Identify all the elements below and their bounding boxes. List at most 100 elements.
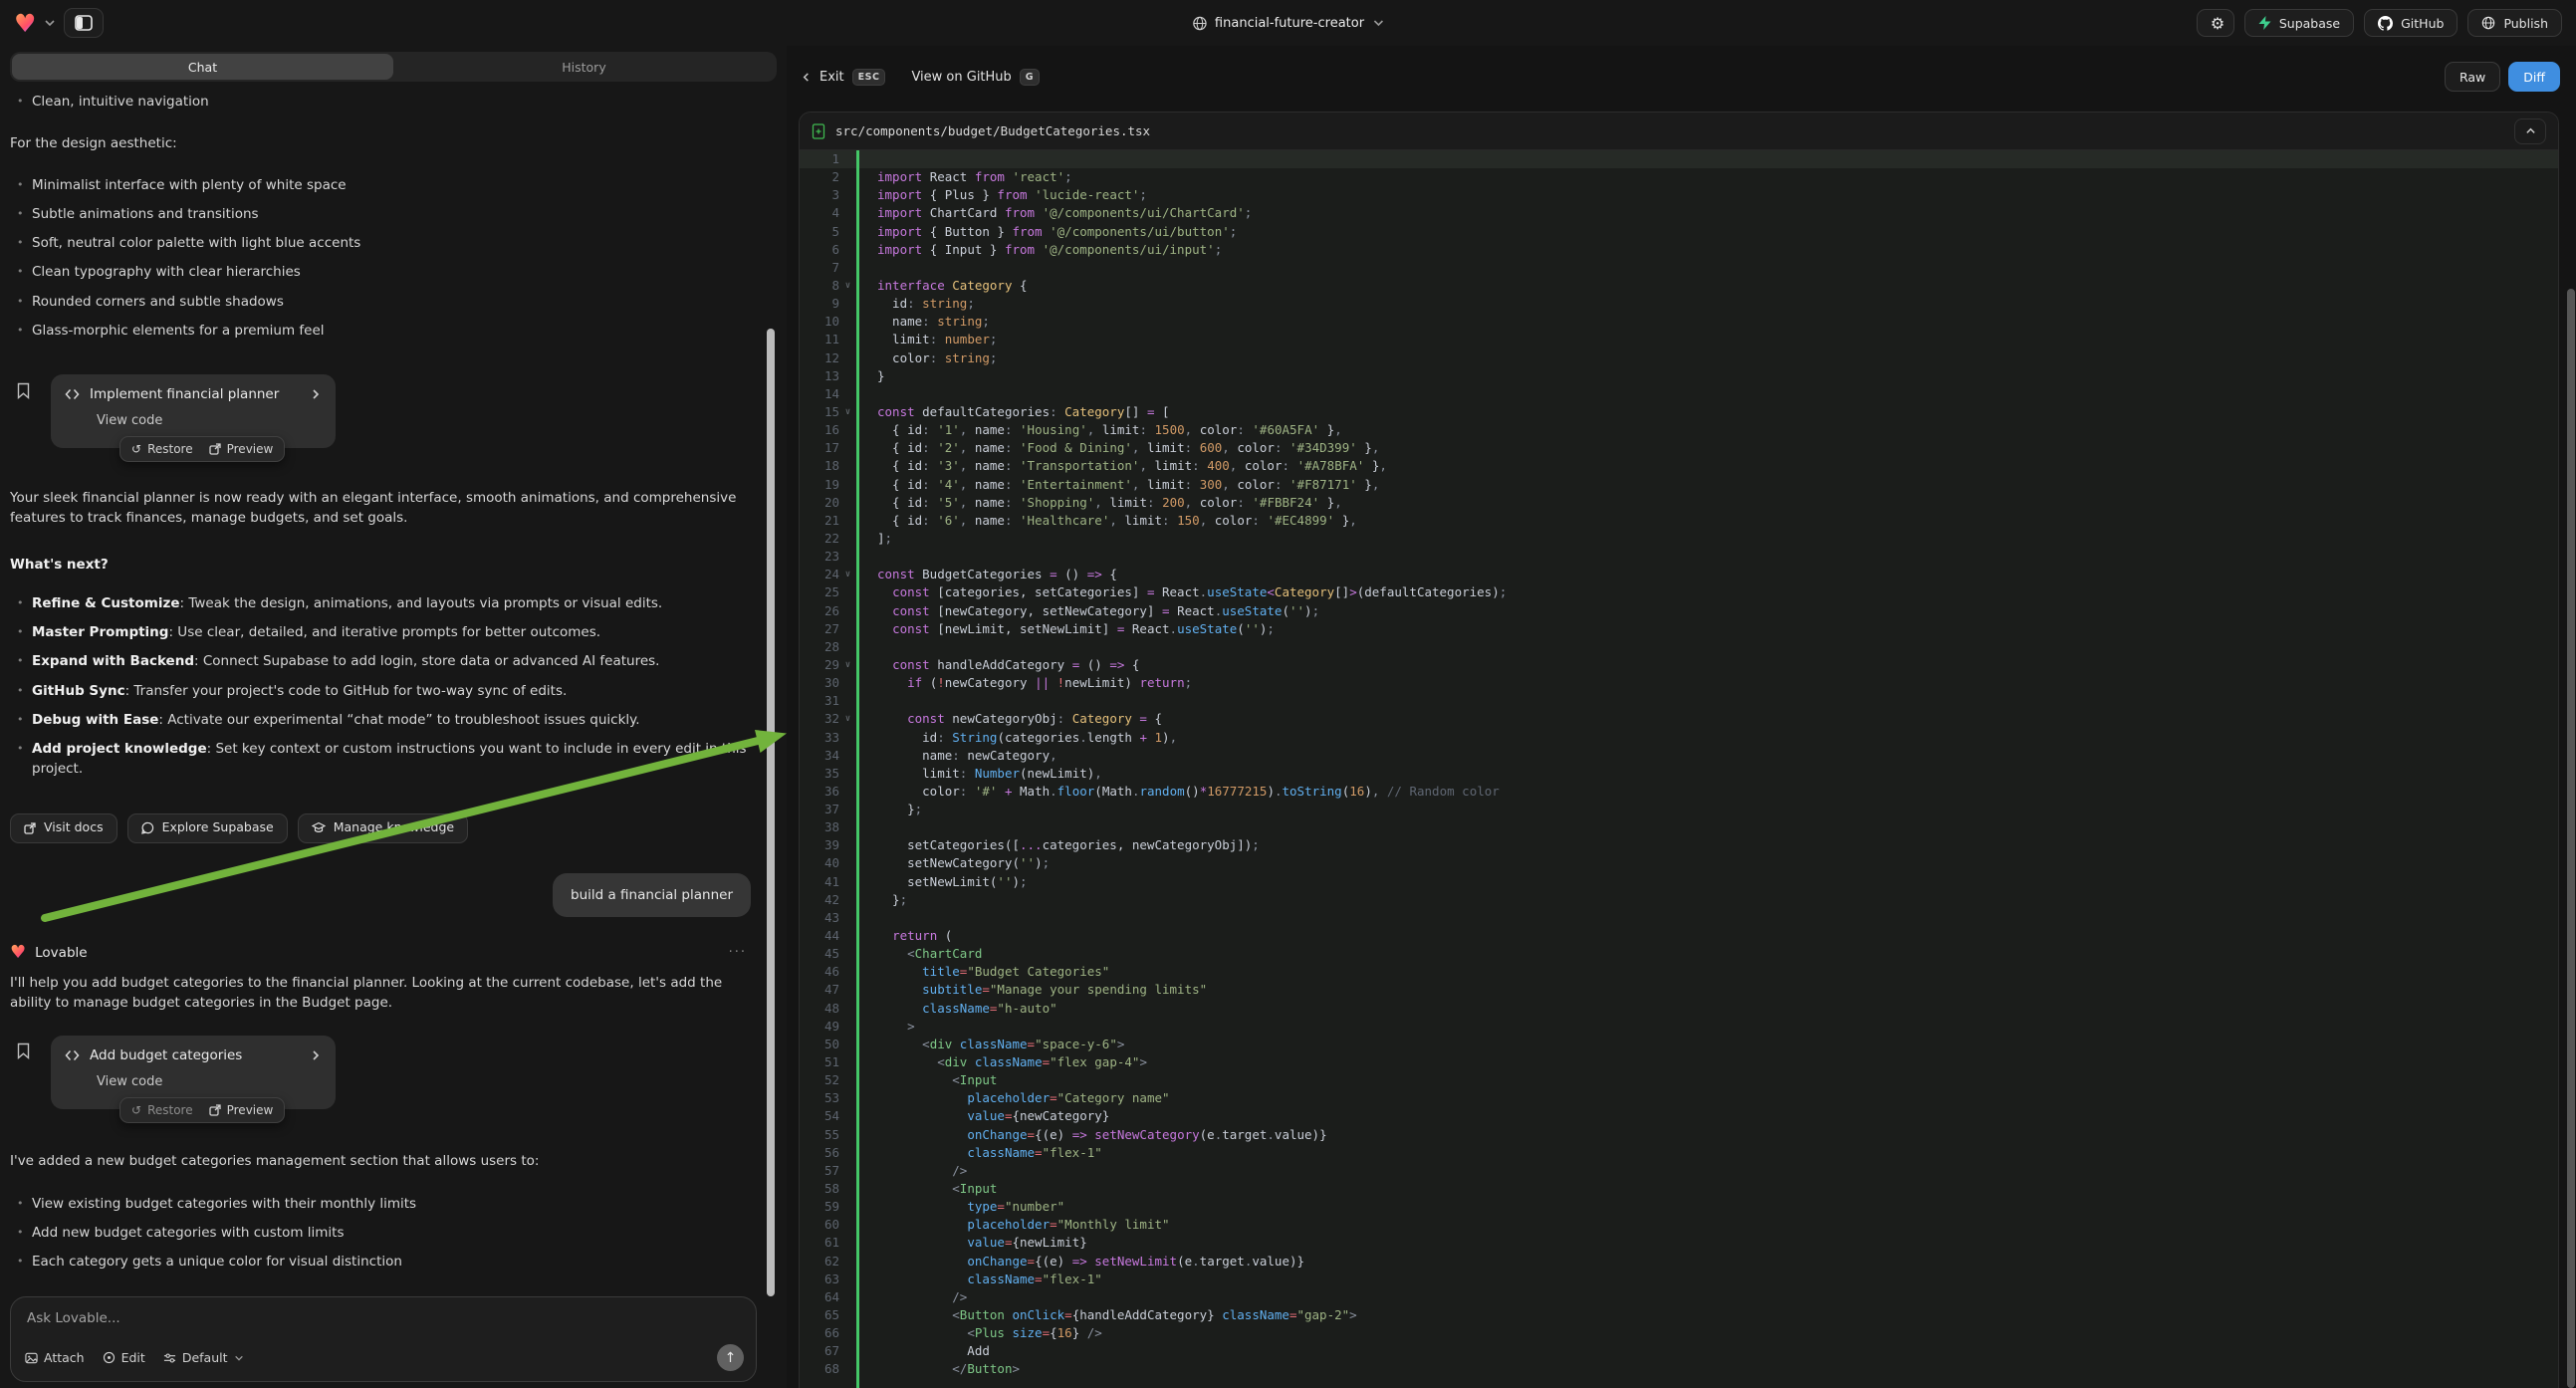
view-on-github-button[interactable]: View on GitHub G xyxy=(911,69,1040,86)
tab-chat[interactable]: Chat xyxy=(12,54,393,80)
message-options-icon[interactable]: ··· xyxy=(729,943,747,963)
design-aesthetic-heading: For the design aesthetic: xyxy=(10,133,751,153)
code-line: 68 </Button> xyxy=(800,1360,2558,1378)
code-line: 52 <Input xyxy=(800,1071,2558,1089)
tab-history[interactable]: History xyxy=(393,54,775,80)
code-line: 19 { id: '4', name: 'Entertainment', lim… xyxy=(800,476,2558,494)
publish-button[interactable]: Publish xyxy=(2467,9,2562,37)
edit-card-row: Add budget categories View code ↺Restore… xyxy=(10,1036,751,1109)
code-line: 2import React from 'react'; xyxy=(800,168,2558,186)
arrow-up-icon: ↑ xyxy=(725,1350,737,1366)
file-path: src/components/budget/BudgetCategories.t… xyxy=(835,123,1150,138)
code-line: 4import ChartCard from '@/components/ui/… xyxy=(800,204,2558,222)
code-line: 33 id: String(categories.length + 1), xyxy=(800,729,2558,747)
preview-button[interactable]: Preview xyxy=(209,1101,274,1119)
code-line: 60 placeholder="Monthly limit" xyxy=(800,1216,2558,1234)
send-button[interactable]: ↑ xyxy=(717,1344,744,1371)
chat-scrollbar[interactable] xyxy=(767,329,775,1296)
diff-toggle-button[interactable]: Diff xyxy=(2508,62,2560,92)
code-line: 54 value={newCategory} xyxy=(800,1107,2558,1125)
restore-button[interactable]: ↺Restore xyxy=(131,1101,193,1119)
code-line: 47 subtitle="Manage your spending limits… xyxy=(800,981,2558,999)
code-line: 62 onChange={(e) => setNewLimit(e.target… xyxy=(800,1253,2558,1271)
attach-button[interactable]: Attach xyxy=(25,1350,85,1365)
view-code-link[interactable]: View code xyxy=(97,1072,322,1092)
window-scrollbar[interactable] xyxy=(2567,289,2575,1388)
edit-card-row: Implement financial planner View code ↺R… xyxy=(10,374,751,448)
panel-left-icon xyxy=(75,15,93,31)
assistant-paragraph: I've added a new budget categories manag… xyxy=(10,1151,751,1171)
code-line: 28 xyxy=(800,638,2558,656)
code-line: 34 name: newCategory, xyxy=(800,747,2558,765)
model-selector[interactable]: Default xyxy=(163,1350,244,1365)
code-line: 3import { Plus } from 'lucide-react'; xyxy=(800,186,2558,204)
visit-docs-button[interactable]: Visit docs xyxy=(10,813,117,843)
project-switcher[interactable]: financial-future-creator xyxy=(1192,0,1384,46)
edit-card-title: Add budget categories xyxy=(90,1045,300,1065)
code-line: 5import { Button } from '@/components/ui… xyxy=(800,223,2558,241)
chevron-up-icon xyxy=(2525,125,2536,136)
bookmark-icon[interactable] xyxy=(17,380,30,400)
manage-knowledge-button[interactable]: Manage knowledge xyxy=(298,813,468,843)
list-item: View existing budget categories with the… xyxy=(10,1194,751,1214)
raw-toggle-button[interactable]: Raw xyxy=(2445,62,2500,92)
diff-added-bar xyxy=(856,150,859,1388)
code-line: 20 { id: '5', name: 'Shopping', limit: 2… xyxy=(800,494,2558,512)
preview-button[interactable]: Preview xyxy=(209,440,274,458)
exit-button[interactable]: Exit ESC xyxy=(801,69,885,86)
code-line: 15∨const defaultCategories: Category[] =… xyxy=(800,403,2558,421)
list-item: Debug with Ease: Activate our experiment… xyxy=(10,710,751,730)
code-line: 37 }; xyxy=(800,801,2558,818)
file-header[interactable]: src/components/budget/BudgetCategories.t… xyxy=(800,113,2558,150)
view-code-link[interactable]: View code xyxy=(97,411,322,431)
restore-icon: ↺ xyxy=(131,440,141,458)
list-item: GitHub Sync: Transfer your project's cod… xyxy=(10,681,751,701)
github-button[interactable]: GitHub xyxy=(2364,9,2458,37)
assistant-paragraph: Your sleek financial planner is now read… xyxy=(10,488,751,529)
code-line: 61 value={newLimit} xyxy=(800,1234,2558,1252)
code-line: 30 if (!newCategory || !newLimit) return… xyxy=(800,674,2558,692)
code-line: 12 color: string; xyxy=(800,349,2558,367)
code-scroll-area[interactable]: 12import React from 'react';3import { Pl… xyxy=(800,150,2558,1388)
code-line: 27 const [newLimit, setNewLimit] = React… xyxy=(800,620,2558,638)
edit-mode-button[interactable]: Edit xyxy=(103,1350,145,1365)
code-line: 18 { id: '3', name: 'Transportation', li… xyxy=(800,457,2558,475)
restore-button[interactable]: ↺Restore xyxy=(131,440,193,458)
gear-icon: ⚙ xyxy=(2211,14,2225,33)
code-line: 9 id: string; xyxy=(800,295,2558,313)
code-line: 66 <Plus size={16} /> xyxy=(800,1324,2558,1342)
toggle-sidebar-button[interactable] xyxy=(64,8,104,38)
code-line: 49 > xyxy=(800,1018,2558,1036)
chat-message-list[interactable]: Clean, intuitive navigation For the desi… xyxy=(0,86,767,1288)
lovable-logo-icon[interactable]: ♥ xyxy=(14,11,36,36)
chevron-right-icon xyxy=(310,1049,322,1061)
collapse-file-button[interactable] xyxy=(2514,118,2546,144)
list-item: Add new budget categories with custom li… xyxy=(10,1223,751,1243)
whats-next-heading: What's next? xyxy=(10,555,751,575)
chevron-down-icon xyxy=(1372,17,1384,29)
code-line: 45 <ChartCard xyxy=(800,945,2558,963)
code-line: 48 className="h-auto" xyxy=(800,1000,2558,1018)
settings-button[interactable]: ⚙ xyxy=(2197,9,2234,37)
prompt-input-box[interactable]: Ask Lovable... Attach Edit Default ↑ xyxy=(10,1296,757,1382)
code-line: 65 <Button onClick={handleAddCategory} c… xyxy=(800,1306,2558,1324)
list-item: Clean typography with clear hierarchies xyxy=(10,262,751,282)
list-item: Master Prompting: Use clear, detailed, a… xyxy=(10,622,751,642)
prompt-placeholder[interactable]: Ask Lovable... xyxy=(27,1310,740,1326)
workspace-chevron-down-icon[interactable] xyxy=(44,17,56,29)
edit-card-title: Implement financial planner xyxy=(90,384,300,404)
globe-icon xyxy=(1192,16,1207,31)
explore-supabase-button[interactable]: Explore Supabase xyxy=(127,813,288,843)
code-line: 22]; xyxy=(800,530,2558,548)
bookmark-icon[interactable] xyxy=(17,1041,30,1061)
g-key-badge: G xyxy=(1020,69,1040,86)
external-link-icon xyxy=(24,822,36,834)
edit-card-toolbar: ↺Restore Preview xyxy=(119,1097,285,1123)
supabase-button[interactable]: Supabase xyxy=(2244,9,2354,37)
knowledge-cap-icon xyxy=(312,821,326,834)
code-line: 58 <Input xyxy=(800,1180,2558,1198)
chevron-left-icon xyxy=(801,72,812,83)
code-line: 14 xyxy=(800,385,2558,403)
code-line: 38 xyxy=(800,818,2558,836)
code-line: 6import { Input } from '@/components/ui/… xyxy=(800,241,2558,259)
